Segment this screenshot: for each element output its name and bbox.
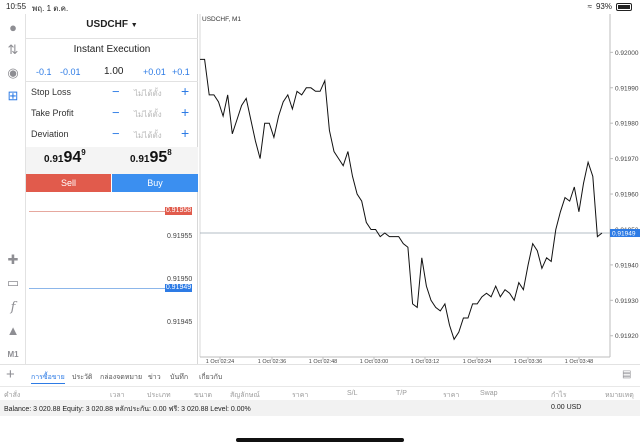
tab-about[interactable]: เกี่ยวกับ xyxy=(199,372,222,383)
ask-price-big: 95 xyxy=(149,149,168,166)
y-tick-label: 0.91970 xyxy=(615,156,639,163)
price-chart-svg: USDCHF, M10.919200.919300.919400.919500.… xyxy=(199,14,640,365)
divider xyxy=(26,81,198,82)
bid-price-big: 94 xyxy=(63,149,82,166)
ask-level-line xyxy=(29,211,165,212)
take-profit-label: Take Profit xyxy=(31,108,74,118)
stop-loss-plus-button[interactable]: + xyxy=(181,83,189,99)
ask-price: 0.91958 xyxy=(130,148,172,167)
total-profit: 0.00 USD xyxy=(551,404,582,411)
ask-price-sup: 8 xyxy=(167,148,172,157)
new-order-icon[interactable]: ⊞ xyxy=(4,87,22,105)
left-toolbar: ● ⇅ ◉ ⊞ ✚ ▭ f ▲ M1 xyxy=(0,14,26,364)
chat-icon[interactable]: ◉ xyxy=(4,64,22,82)
trade-arrows-icon[interactable]: ⇅ xyxy=(4,41,22,59)
deviation-plus-button[interactable]: + xyxy=(181,125,189,141)
status-right: ≈ 93% xyxy=(588,2,632,11)
chart-type-icon[interactable]: ▭ xyxy=(4,274,22,292)
take-profit-minus-button[interactable]: − xyxy=(112,105,120,120)
battery-icon xyxy=(616,2,632,11)
timeframe-m1-button[interactable]: M1 xyxy=(4,345,22,363)
add-icon[interactable]: + xyxy=(6,366,15,383)
lot-plus-0-1-button[interactable]: +0.1 xyxy=(172,67,190,77)
depth-tick: 0.91955 xyxy=(167,233,193,240)
tab-mailbox[interactable]: กล่องจดหมาย xyxy=(100,372,142,383)
objects-icon[interactable]: ▲ xyxy=(4,321,22,339)
positions-table-header: คำสั่ง เวลา ประเภท ขนาด สัญลักษณ์ ราคา S… xyxy=(0,386,640,399)
tab-trade[interactable]: การซื้อขาย xyxy=(31,372,65,384)
price-chart[interactable]: USDCHF, M10.919200.919300.919400.919500.… xyxy=(198,14,640,365)
ask-level-tag: 0.91958 xyxy=(165,207,192,215)
chart-title: USDCHF, M1 xyxy=(202,16,241,23)
divider xyxy=(26,38,198,39)
lot-minus-0-1-button[interactable]: -0.1 xyxy=(36,67,52,77)
tab-history[interactable]: ประวัติ xyxy=(72,372,92,383)
tab-journal[interactable]: บันทึก xyxy=(170,372,188,383)
column-header: T/P xyxy=(396,390,407,397)
y-tick-label: 0.91920 xyxy=(615,333,639,340)
stop-loss-label: Stop Loss xyxy=(31,87,72,97)
bid-price-prefix: 0.91 xyxy=(44,154,64,165)
bid-price-sup: 9 xyxy=(81,148,86,157)
wifi-icon: ≈ xyxy=(587,2,592,11)
take-profit-input[interactable]: ไม่ได้ตั้ง xyxy=(134,108,162,121)
tab-news[interactable]: ข่าว xyxy=(148,372,161,383)
account-icon[interactable]: ● xyxy=(4,18,22,36)
battery-percent: 93% xyxy=(595,2,612,11)
column-header: Swap xyxy=(480,390,498,397)
symbol-selector[interactable]: USDCHF ▼ xyxy=(26,19,198,30)
stop-loss-row: Stop Loss − ไม่ได้ตั้ง + xyxy=(26,83,198,103)
take-profit-plus-button[interactable]: + xyxy=(181,104,189,120)
home-indicator[interactable] xyxy=(236,438,404,442)
lot-minus-0-01-button[interactable]: -0.01 xyxy=(60,67,81,77)
sell-button[interactable]: Sell xyxy=(26,174,111,192)
bid-level-line xyxy=(29,288,165,289)
bid-price: 0.91949 xyxy=(44,148,86,167)
panel-toggle-icon[interactable]: ▤ xyxy=(622,369,634,381)
status-bar: 10:55 พฤ. 1 ต.ค. ≈ 93% xyxy=(0,0,640,14)
execution-mode[interactable]: Instant Execution xyxy=(26,44,198,55)
deviation-minus-button[interactable]: − xyxy=(112,126,120,141)
lot-volume-input[interactable]: 1.00 xyxy=(104,66,123,77)
bottom-tab-bar: + การซื้อขาย ประวัติ กล่องจดหมาย ข่าว บั… xyxy=(0,364,640,386)
status-time: 10:55 xyxy=(6,2,27,11)
lot-plus-0-01-button[interactable]: +0.01 xyxy=(143,67,166,77)
column-header: S/L xyxy=(347,390,358,397)
crosshair-icon[interactable]: ✚ xyxy=(4,251,22,269)
y-tick-label: 0.91940 xyxy=(615,262,639,269)
deviation-row: Deviation − ไม่ได้ตั้ง + xyxy=(26,125,198,145)
indicators-icon[interactable]: f xyxy=(4,298,22,316)
stop-loss-input[interactable]: ไม่ได้ตั้ง xyxy=(134,87,162,100)
balance-text: Balance: 3 020.88 Equity: 3 020.88 หลักป… xyxy=(4,406,251,413)
stop-loss-minus-button[interactable]: − xyxy=(112,84,120,99)
balance-bar: Balance: 3 020.88 Equity: 3 020.88 หลักป… xyxy=(0,400,640,416)
y-tick-label: 0.92000 xyxy=(615,50,639,57)
ask-price-prefix: 0.91 xyxy=(130,154,150,165)
take-profit-row: Take Profit − ไม่ได้ตั้ง + xyxy=(26,104,198,124)
deviation-input[interactable]: ไม่ได้ตั้ง xyxy=(134,129,162,142)
buy-button[interactable]: Buy xyxy=(112,174,198,192)
chevron-down-icon: ▼ xyxy=(130,22,138,29)
quote-box: 0.91949 0.91958 xyxy=(26,147,198,174)
bid-level-tag: 0.91949 xyxy=(165,284,192,292)
price-series-line xyxy=(200,58,603,341)
y-tick-label: 0.91990 xyxy=(615,85,639,92)
symbol-label: USDCHF xyxy=(86,19,128,30)
deviation-label: Deviation xyxy=(31,129,69,139)
bid-price-tag-label: 0.91949 xyxy=(612,231,636,238)
y-tick-label: 0.91980 xyxy=(615,121,639,128)
y-tick-label: 0.91960 xyxy=(615,192,639,199)
depth-tick: 0.91950 xyxy=(167,276,193,283)
y-tick-label: 0.91930 xyxy=(615,298,639,305)
depth-tick: 0.91945 xyxy=(167,319,193,326)
order-panel: USDCHF ▼ Instant Execution -0.1 -0.01 1.… xyxy=(26,14,198,364)
